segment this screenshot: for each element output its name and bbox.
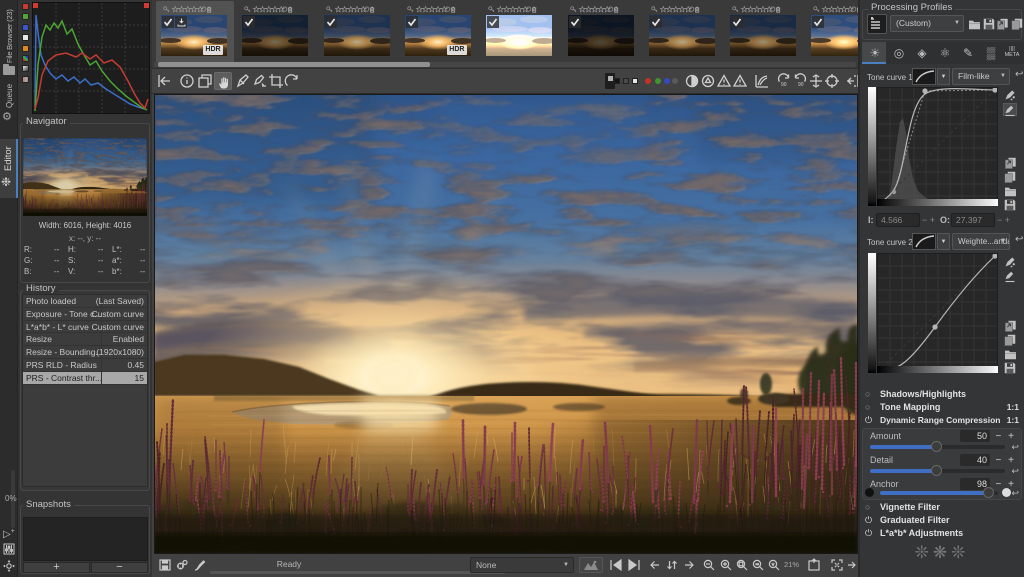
svg-text:90: 90 xyxy=(798,82,804,88)
svg-text:90: 90 xyxy=(781,82,787,88)
